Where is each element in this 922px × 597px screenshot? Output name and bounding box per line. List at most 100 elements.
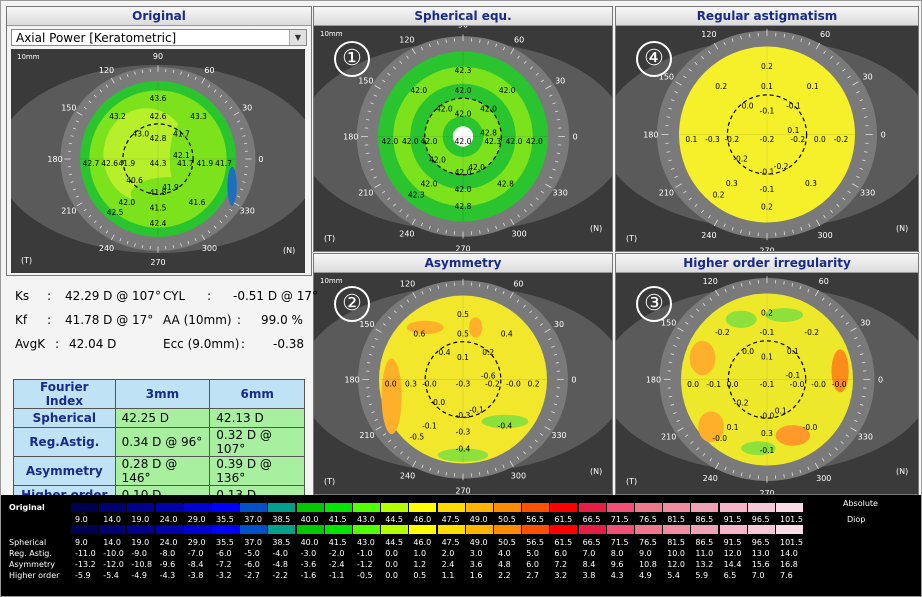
map-value-label: 0.4: [501, 329, 513, 338]
map-value-label: -0.1: [469, 406, 484, 415]
angle-label: 330: [240, 206, 255, 215]
angle-label: 210: [359, 431, 374, 440]
scale-value: 40.0: [300, 538, 319, 547]
value-6mm: 42.13 D: [209, 408, 305, 428]
angle-label: 150: [661, 319, 676, 328]
scale-value: 9.0: [75, 515, 88, 524]
map-value-label: 0.2: [482, 348, 494, 357]
map-value-label: 42.8: [150, 134, 167, 143]
color-swatch: [324, 503, 352, 512]
original-map-canvas: 906030033030027024021018015012043.643.2 4…: [11, 49, 305, 273]
scale-value: -10.8: [131, 560, 153, 569]
scale-value: 3.6: [469, 560, 483, 569]
map-value-label: -0.0: [811, 380, 826, 389]
chevron-down-icon[interactable]: ▼: [289, 30, 306, 45]
map-value-label: 42.3: [455, 66, 472, 75]
scale-value: 71.5: [610, 515, 629, 524]
temporal-label: (T): [626, 477, 637, 486]
badge-1: ①: [334, 41, 370, 77]
angle-tick: [172, 69, 175, 74]
map-value-label: 0.1: [761, 352, 773, 361]
scale-value: 3.8: [582, 571, 596, 580]
scale-value: 37.0: [244, 538, 262, 547]
avgk-label: AvgK: [15, 337, 46, 351]
spherical-panel: Spherical equ. 9060300330300270240210180…: [313, 6, 613, 252]
color-swatch: [381, 525, 409, 534]
scale-value: 29.0: [187, 515, 206, 524]
map-type-dropdown[interactable]: Axial Power [Keratometric] ▼: [11, 29, 307, 46]
angle-tick: [68, 142, 73, 145]
angle-label: 30: [860, 319, 870, 328]
scale-value: -5.4: [103, 571, 119, 580]
scale-row-label: Higher order: [9, 571, 60, 580]
angle-label: 210: [358, 189, 373, 198]
angle-label: 240: [399, 230, 414, 239]
scale-value: 10.0: [667, 549, 685, 558]
map-value-label: 42.0: [429, 155, 446, 164]
colon: :: [47, 289, 52, 303]
color-swatch: [465, 525, 493, 534]
scale-value: 10.8: [639, 560, 657, 569]
scale-value: 2.7: [526, 571, 539, 580]
color-swatch: [296, 503, 324, 512]
map-value-label: -0.3: [456, 411, 471, 420]
map-value-label: -0.0: [422, 380, 437, 389]
higher-order-title: Higher order irregularity: [616, 254, 918, 273]
col-6mm: 6mm: [209, 379, 305, 409]
map-value-label: 42.0: [421, 137, 438, 146]
map-value-label: -0.0: [803, 423, 818, 432]
color-swatch: [240, 503, 268, 512]
color-swatch: [155, 525, 183, 534]
scale-value: 2.4: [441, 560, 455, 569]
angle-label: 180: [47, 155, 62, 164]
angle-label: 60: [820, 30, 830, 39]
scale-value: -4.9: [131, 571, 147, 580]
scale-value: 41.5: [328, 515, 347, 524]
angle-label: 240: [703, 474, 718, 483]
map-value-label: 42.8: [497, 179, 514, 188]
color-swatch: [465, 503, 493, 512]
color-swatch: [550, 525, 578, 534]
scale-value: -8.0: [159, 549, 176, 558]
color-swatch: [296, 525, 324, 534]
scale-value: 66.5: [582, 538, 601, 547]
scale-value: 101.5: [780, 538, 803, 547]
nasal-label: (N): [896, 224, 908, 233]
color-swatch: [550, 503, 578, 512]
map-value-label: -0.1: [760, 446, 775, 455]
scale-value: 14.0: [103, 515, 121, 524]
map-value-label: 41.7: [173, 129, 190, 138]
scale-value: 81.5: [667, 538, 685, 547]
stats-row-ks: Ks : 42.29 D @ 107° CYL : -0.51 D @ 17°: [11, 289, 318, 313]
kf-value: 41.78 D @ 17°: [65, 313, 154, 327]
angle-label: 270: [150, 258, 165, 267]
map-value-label: 0.2: [715, 82, 727, 91]
scale-value: -0.5: [357, 571, 373, 580]
map-value-label: 42.3: [408, 190, 425, 199]
map-value-label: 42.0: [506, 137, 523, 146]
map-value-label: 41.6: [189, 198, 206, 207]
angle-label: 180: [643, 131, 658, 140]
map-value-label: 0.0: [385, 380, 397, 389]
scale-value: 56.5: [526, 538, 544, 547]
scale-value: 16.8: [780, 560, 798, 569]
map-value-label: 42.3: [484, 137, 501, 146]
original-map[interactable]: 90 60 30 0 330 300 270 240 210 180 150 120 43.6 43.2 4…: [11, 49, 305, 273]
map-value-label: 42.0: [480, 104, 497, 113]
scale-value: -9.0: [131, 549, 147, 558]
color-swatch: [494, 525, 521, 534]
scale-value: 96.5: [751, 538, 770, 547]
value-3mm: 0.34 D @ 96°: [114, 427, 211, 457]
scale-value: 43.0: [357, 538, 375, 547]
scale-value: 9.6: [610, 560, 624, 569]
map-value-label: 0.0: [742, 101, 754, 110]
scale-value: -4.0: [272, 549, 288, 558]
map-value-label: -0.1: [422, 422, 437, 431]
scale-value: 2.2: [498, 571, 511, 580]
color-swatch: [353, 503, 380, 512]
scale-value: -6.0: [216, 549, 232, 558]
color-swatch: [71, 503, 98, 512]
angle-label: 210: [661, 432, 676, 441]
angle-tick: [243, 173, 248, 176]
map-value-label: 0.3: [726, 179, 738, 188]
